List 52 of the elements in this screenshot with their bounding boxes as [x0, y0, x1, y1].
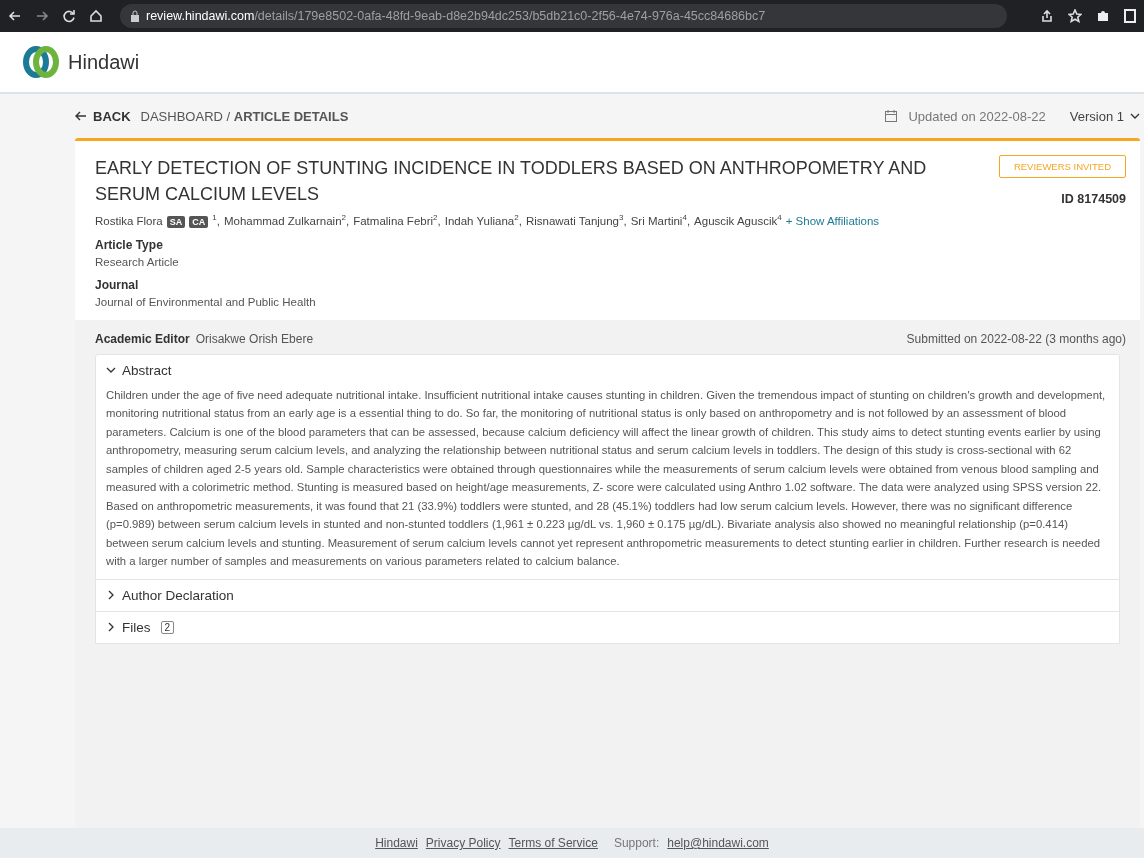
brand-name[interactable]: Hindawi — [68, 50, 140, 74]
back-arrow-icon[interactable] — [8, 9, 22, 23]
field-value: Journal of Environmental and Public Health — [94, 295, 317, 308]
article-id: ID 8174509 — [1061, 192, 1126, 206]
breadcrumb: DASHBOARD / ARTICLE DETAILS — [140, 108, 349, 124]
author-name: Mohammad Zulkarnain$^{2}$, — [223, 213, 350, 227]
editor-name: Orisakwe Orish Ebere — [195, 331, 314, 346]
footer-link[interactable]: Terms of Service — [508, 836, 598, 850]
back-arrow-icon — [75, 111, 87, 121]
lock-icon — [130, 10, 140, 22]
article-title: EARLY DETECTION OF STUNTING INCIDENCE IN TODDLERS BASED ON ANTHROPOMETRY AND SERUM CALCIUM LEVELS — [95, 157, 928, 206]
support-email-link[interactable]: help@hindawi.com — [667, 836, 769, 850]
chevron-right-icon — [106, 622, 116, 633]
affiliation-number: $^{1}$, — [212, 213, 220, 227]
updated-date: Updated on 2022-08-22 — [908, 108, 1046, 124]
url-text: review.hindawi.com/details/179e8502-0afa-48fd-9eab-d8e2b94dc253/b5db21c0-2f56-4e74-976a-45cc84686bc7 — [146, 9, 766, 23]
author-name: Sri Martini$^{4}$, — [630, 213, 691, 227]
section-toggle[interactable]: Files 2 — [96, 611, 1119, 643]
author-name: Fatmalina Febri$^{2}$, — [353, 213, 441, 227]
calendar-icon — [884, 109, 899, 123]
forward-arrow-icon[interactable] — [35, 9, 49, 23]
window-icon[interactable] — [1124, 9, 1136, 23]
author-name: Indah Yuliana$^{2}$, — [444, 213, 522, 227]
share-icon[interactable] — [1040, 9, 1054, 23]
back-link[interactable]: BACK — [75, 108, 131, 124]
submitted-date: Submitted on 2022-08-22 (3 months ago) — [906, 331, 1126, 346]
author-name: Rostika Flora — [95, 214, 163, 227]
author-name: Risnawati Tanjung$^{3}$, — [525, 213, 627, 227]
author-name: Aguscik Aguscik$^{4}$ — [694, 213, 782, 227]
star-icon[interactable] — [1068, 9, 1082, 23]
address-bar[interactable]: review.hindawi.com/details/179e8502-0afa-48fd-9eab-d8e2b94dc253/b5db21c0-2f56-4e74-976a-45cc84686bc7 — [120, 4, 1007, 28]
status-badge: REVIEWERS INVITED — [998, 155, 1126, 178]
support-label: Support: — [613, 836, 660, 850]
footer-link[interactable]: Hindawi — [375, 836, 418, 850]
file-count: 2 — [160, 620, 175, 634]
home-icon[interactable] — [89, 9, 103, 23]
field-label: Journal — [94, 276, 140, 294]
footer-link[interactable]: Privacy Policy — [425, 836, 501, 850]
field-label: Article Type — [94, 236, 164, 254]
hindawi-logo-icon — [22, 46, 60, 78]
chevron-down-icon — [1130, 112, 1140, 120]
role-badge: CA — [189, 215, 209, 228]
editor-label: Academic Editor — [95, 331, 190, 346]
section-toggle[interactable]: Abstract — [96, 354, 1119, 386]
show-affiliations-link[interactable]: + Show Affiliations — [785, 214, 880, 227]
chevron-right-icon — [106, 590, 116, 601]
abstract-text: Children under the age of five need adequate nutritional intake. Insufficient nutritional intake causes stunting in children. Given the tremendous impact of stunting on children's growth and development, monitoring nutritional status from an early age is a essential thing to do. So far, the monitoring of nutritional status is only based on anthropometry and is not followed by an assessment of blood parameters. Calcium is one of the blood parameters that can be assessed, because calcium deficiency will affect the linear growth of children. This study aims to detect stunting events earlier by using anthropometry, measuring serum calcium levels, and analyzing the relationship between nutritional status and serum calcium levels in toddlers. The design of this study is cross-sectional with 62 samples of children aged 2-5 years old. Sample characteristics were obtained through questionnaires while the measurements of serum calcium levels were obtained from venous blood sampling and measured with a colorimetric method. Stunting is measured based on height/age measurements, Z- score were calculated using Anthro 1.02 software. The data were analyzed using SPSS version 22. Based on anthropometric measurements, it was found that 21 (33.9%) toddlers were stunted, and 28 (45.1%) toddlers had low serum calcium levels. However, there was no significant difference (p=0.989) between serum calcium levels in stunted and non-stunted toddlers (1,961 ± 0.223 µg/dL vs. 1,960 ± 0.175 µg/dL). Bivariate analysis also showed no meaningful relationship (p=0.414) between serum calcium levels and stunting. Measurement of serum calcium levels cannot yet represent anthropometric measurements to detect stunting earlier in children. Further research is needed with a larger number of samples and measurements on various parameters related to calcium balance. — [105, 387, 1107, 570]
field-value: Research Article — [94, 255, 180, 268]
section-toggle[interactable]: Author Declaration — [96, 579, 1119, 611]
reload-icon[interactable] — [62, 9, 76, 23]
role-badge: SA — [166, 215, 186, 228]
version-dropdown[interactable]: Version 1 — [1069, 108, 1140, 124]
